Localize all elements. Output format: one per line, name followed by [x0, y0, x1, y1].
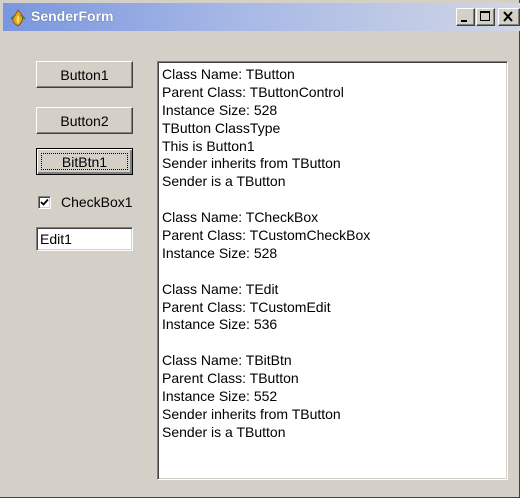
button2-label: Button2	[60, 112, 109, 129]
delphi-flame-icon	[10, 9, 26, 27]
memo-line: TButton ClassType	[162, 119, 281, 136]
button1-label: Button1	[60, 66, 109, 83]
memo-line: Sender inherits from TButton	[162, 155, 341, 172]
sender-form-window: SenderForm Button1 Button2 BitBtn1 Check…	[0, 0, 520, 498]
checkmark-icon	[40, 198, 49, 206]
maximize-button[interactable]	[476, 8, 495, 26]
memo-output[interactable]: Class Name: TButton Parent Class: TButton…	[157, 61, 508, 480]
memo-line: Class Name: TButton	[162, 66, 295, 82]
memo-line	[162, 263, 503, 281]
memo-line: Instance Size: 536	[162, 316, 278, 333]
memo-line: Parent Class: TButtonControl	[162, 83, 344, 100]
memo-line: Class Name: TCheckBox	[162, 209, 319, 226]
memo-line: Class Name: TBitBtn	[162, 352, 292, 369]
memo-line: Sender is a TButton	[162, 423, 286, 440]
edit1-field[interactable]: Edit1	[36, 227, 133, 251]
memo-line: Class Name: TEdit	[162, 280, 279, 297]
memo-line: This is Button1	[162, 137, 255, 154]
close-button[interactable]	[498, 8, 520, 26]
checkbox1[interactable]: CheckBox1	[38, 194, 133, 210]
close-icon	[503, 11, 513, 22]
checkbox1-label: CheckBox1	[61, 194, 133, 210]
memo-line: Sender is a TButton	[162, 173, 286, 190]
window-title: SenderForm	[31, 8, 114, 24]
memo-line: Parent Class: TCustomCheckBox	[162, 227, 371, 244]
button2[interactable]: Button2	[36, 107, 133, 134]
minimize-button[interactable]	[456, 8, 475, 26]
title-bar[interactable]: SenderForm	[3, 3, 520, 31]
maximize-icon	[480, 11, 490, 21]
memo-line: Instance Size: 552	[162, 388, 278, 405]
memo-line: Instance Size: 528	[162, 244, 278, 261]
memo-line: Instance Size: 528	[162, 101, 278, 118]
minimize-icon	[461, 20, 467, 22]
bitbtn1[interactable]: BitBtn1	[36, 148, 133, 175]
checkbox1-box[interactable]	[38, 195, 51, 209]
memo-line: Sender inherits from TButton	[162, 405, 341, 422]
memo-line	[162, 334, 503, 352]
memo-line: Parent Class: TButton	[162, 370, 299, 387]
button1[interactable]: Button1	[36, 61, 133, 88]
memo-line	[162, 191, 503, 209]
focus-rectangle	[41, 153, 128, 170]
memo-line: Parent Class: TCustomEdit	[162, 298, 331, 315]
